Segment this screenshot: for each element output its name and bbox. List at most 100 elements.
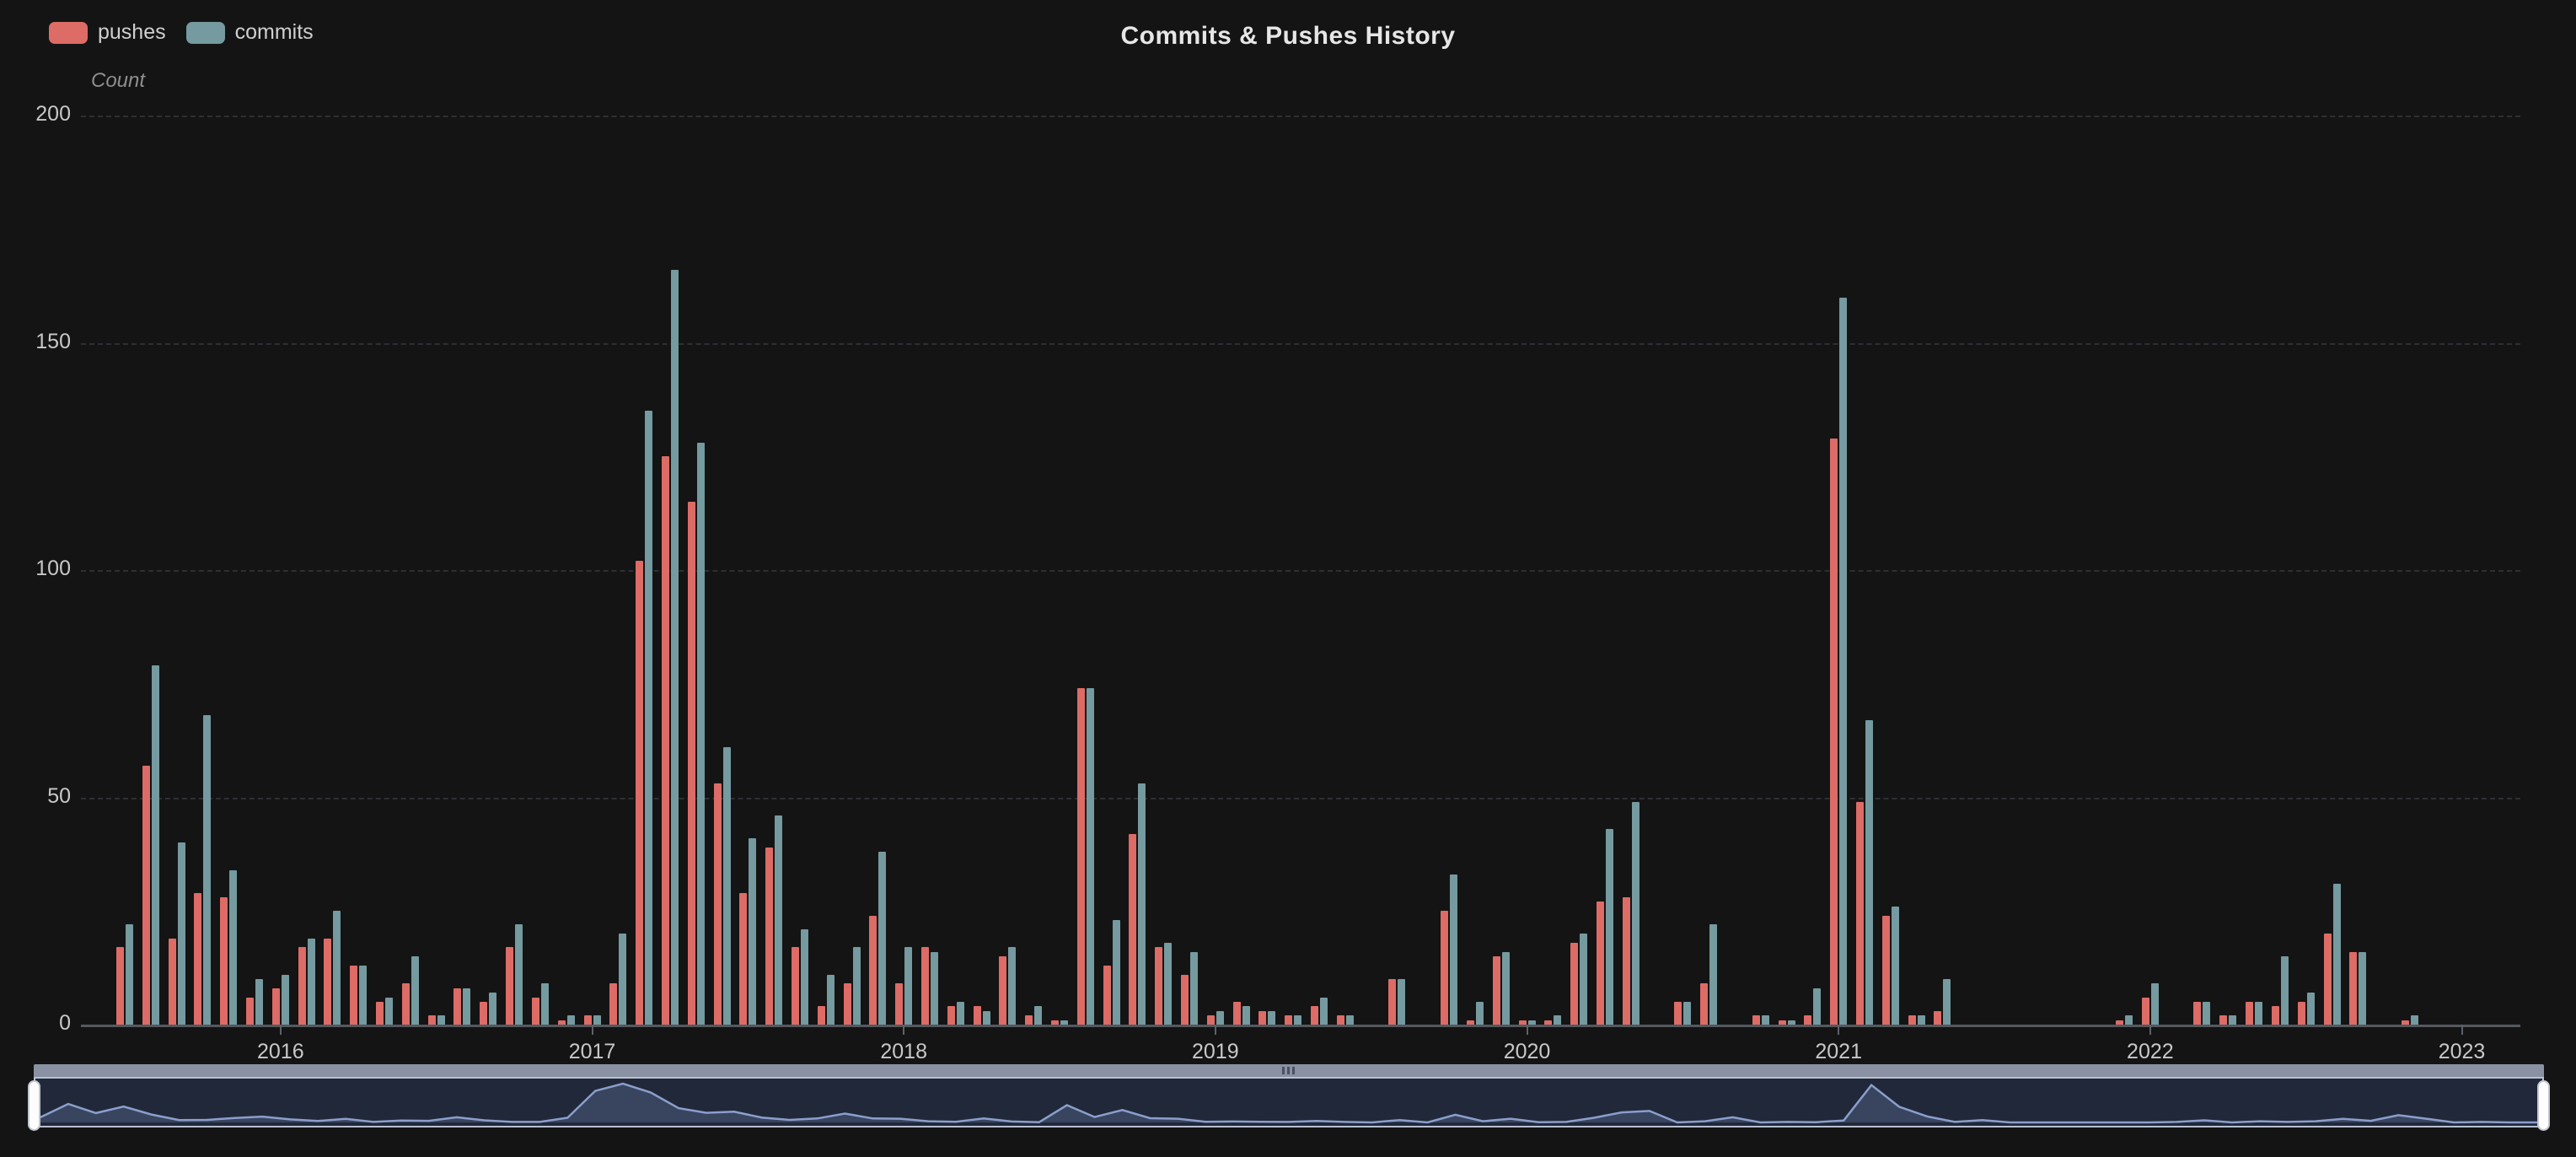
bar-pushes-2015-07[interactable] xyxy=(116,947,124,1025)
bar-commits-2015-10[interactable] xyxy=(203,715,211,1025)
bar-commits-2019-02[interactable] xyxy=(1242,1006,1250,1025)
datazoom-left-handle[interactable] xyxy=(28,1080,40,1131)
bar-pushes-2017-11[interactable] xyxy=(844,983,851,1025)
bar-commits-2017-08[interactable] xyxy=(775,815,782,1025)
bar-commits-2019-06[interactable] xyxy=(1346,1015,1354,1025)
bar-pushes-2016-07[interactable] xyxy=(428,1015,436,1025)
bar-pushes-2017-07[interactable] xyxy=(739,893,747,1025)
bar-commits-2016-01[interactable] xyxy=(282,975,289,1025)
bar-commits-2018-08[interactable] xyxy=(1087,688,1094,1025)
bar-commits-2018-05[interactable] xyxy=(1008,947,1016,1025)
bar-pushes-2020-10[interactable] xyxy=(1752,1015,1760,1025)
bar-pushes-2022-04[interactable] xyxy=(2219,1015,2227,1025)
bar-pushes-2016-01[interactable] xyxy=(272,988,280,1025)
bar-commits-2021-02[interactable] xyxy=(1865,720,1873,1025)
bar-commits-2017-09[interactable] xyxy=(801,929,808,1025)
bar-commits-2022-01[interactable] xyxy=(2151,983,2159,1025)
bar-commits-2020-05[interactable] xyxy=(1632,802,1640,1025)
bar-commits-2018-09[interactable] xyxy=(1113,920,1120,1025)
bar-pushes-2018-01[interactable] xyxy=(895,983,903,1025)
bar-pushes-2018-03[interactable] xyxy=(947,1006,955,1025)
bar-pushes-2017-05[interactable] xyxy=(688,502,695,1025)
bar-pushes-2020-03[interactable] xyxy=(1570,943,1578,1025)
datazoom-right-handle[interactable] xyxy=(2537,1080,2550,1131)
bar-pushes-2017-10[interactable] xyxy=(818,1006,825,1025)
bar-pushes-2019-11[interactable] xyxy=(1467,1020,1474,1025)
bar-commits-2016-09[interactable] xyxy=(489,993,496,1025)
bar-pushes-2016-10[interactable] xyxy=(506,947,513,1025)
bar-pushes-2022-01[interactable] xyxy=(2142,998,2149,1025)
bar-commits-2017-03[interactable] xyxy=(645,411,652,1025)
bar-commits-2016-12[interactable] xyxy=(567,1015,575,1025)
bar-commits-2021-01[interactable] xyxy=(1839,298,1847,1025)
bar-commits-2020-02[interactable] xyxy=(1554,1015,1561,1025)
bar-commits-2019-08[interactable] xyxy=(1398,979,1405,1025)
bar-commits-2019-03[interactable] xyxy=(1268,1011,1275,1025)
bar-pushes-2015-11[interactable] xyxy=(220,897,228,1025)
bar-pushes-2017-03[interactable] xyxy=(636,561,643,1025)
bar-pushes-2019-02[interactable] xyxy=(1233,1002,1241,1025)
bar-commits-2020-07[interactable] xyxy=(1683,1002,1691,1025)
bar-commits-2019-10[interactable] xyxy=(1450,874,1457,1025)
bar-commits-2015-12[interactable] xyxy=(255,979,263,1025)
bar-commits-2022-08[interactable] xyxy=(2333,884,2341,1025)
bar-commits-2019-04[interactable] xyxy=(1294,1015,1301,1025)
bar-commits-2022-03[interactable] xyxy=(2203,1002,2210,1025)
bar-pushes-2015-08[interactable] xyxy=(142,766,150,1025)
bar-pushes-2016-06[interactable] xyxy=(402,983,410,1025)
bar-pushes-2022-05[interactable] xyxy=(2246,1002,2253,1025)
bar-pushes-2019-12[interactable] xyxy=(1493,956,1500,1025)
bar-commits-2019-11[interactable] xyxy=(1476,1002,1484,1025)
bar-commits-2018-03[interactable] xyxy=(957,1002,964,1025)
bar-commits-2016-06[interactable] xyxy=(411,956,419,1025)
bar-pushes-2016-08[interactable] xyxy=(453,988,461,1025)
bar-pushes-2017-09[interactable] xyxy=(792,947,799,1025)
bar-pushes-2017-04[interactable] xyxy=(662,456,669,1025)
bar-pushes-2020-11[interactable] xyxy=(1779,1020,1786,1025)
bar-commits-2018-02[interactable] xyxy=(931,952,938,1025)
bar-pushes-2015-09[interactable] xyxy=(169,939,176,1025)
bar-pushes-2015-10[interactable] xyxy=(194,893,201,1025)
bar-commits-2018-07[interactable] xyxy=(1060,1020,1068,1025)
bar-commits-2015-09[interactable] xyxy=(178,842,185,1025)
bar-commits-2019-01[interactable] xyxy=(1216,1011,1224,1025)
bar-commits-2016-04[interactable] xyxy=(359,966,367,1025)
bar-pushes-2022-06[interactable] xyxy=(2272,1006,2279,1025)
bar-commits-2020-12[interactable] xyxy=(1813,988,1821,1025)
bar-commits-2020-04[interactable] xyxy=(1606,829,1613,1025)
bar-pushes-2016-11[interactable] xyxy=(532,998,539,1025)
bar-pushes-2020-04[interactable] xyxy=(1597,901,1604,1025)
bar-commits-2017-11[interactable] xyxy=(853,947,861,1025)
bar-commits-2016-08[interactable] xyxy=(463,988,470,1025)
datazoom-move-bar[interactable] xyxy=(34,1064,2544,1077)
bar-commits-2015-07[interactable] xyxy=(126,924,133,1025)
bar-commits-2022-04[interactable] xyxy=(2229,1015,2236,1025)
bar-commits-2022-11[interactable] xyxy=(2411,1015,2418,1025)
bar-pushes-2019-03[interactable] xyxy=(1258,1011,1266,1025)
bar-pushes-2021-04[interactable] xyxy=(1908,1015,1916,1025)
bar-pushes-2017-06[interactable] xyxy=(714,783,722,1025)
bar-commits-2018-12[interactable] xyxy=(1190,952,1198,1025)
bar-pushes-2020-12[interactable] xyxy=(1804,1015,1811,1025)
bar-commits-2018-01[interactable] xyxy=(904,947,912,1025)
bar-pushes-2022-08[interactable] xyxy=(2324,934,2332,1025)
bar-pushes-2018-11[interactable] xyxy=(1155,947,1162,1025)
bar-commits-2021-05[interactable] xyxy=(1943,979,1951,1025)
bar-pushes-2021-01[interactable] xyxy=(1830,439,1838,1025)
bar-commits-2020-11[interactable] xyxy=(1788,1020,1795,1025)
bar-pushes-2019-04[interactable] xyxy=(1285,1015,1292,1025)
bar-pushes-2016-02[interactable] xyxy=(298,947,306,1025)
bar-pushes-2021-05[interactable] xyxy=(1934,1011,1941,1025)
datazoom-track[interactable] xyxy=(34,1077,2544,1127)
bar-pushes-2022-11[interactable] xyxy=(2402,1020,2409,1025)
bar-commits-2018-11[interactable] xyxy=(1164,943,1172,1025)
bar-commits-2017-07[interactable] xyxy=(749,838,756,1025)
bar-pushes-2018-04[interactable] xyxy=(974,1006,981,1025)
bar-commits-2017-01[interactable] xyxy=(593,1015,601,1025)
bar-pushes-2020-01[interactable] xyxy=(1519,1020,1527,1025)
bar-commits-2016-10[interactable] xyxy=(515,924,523,1025)
bar-pushes-2018-06[interactable] xyxy=(1025,1015,1033,1025)
bar-commits-2022-05[interactable] xyxy=(2255,1002,2262,1025)
bar-pushes-2016-05[interactable] xyxy=(376,1002,384,1025)
bar-commits-2020-01[interactable] xyxy=(1528,1020,1536,1025)
